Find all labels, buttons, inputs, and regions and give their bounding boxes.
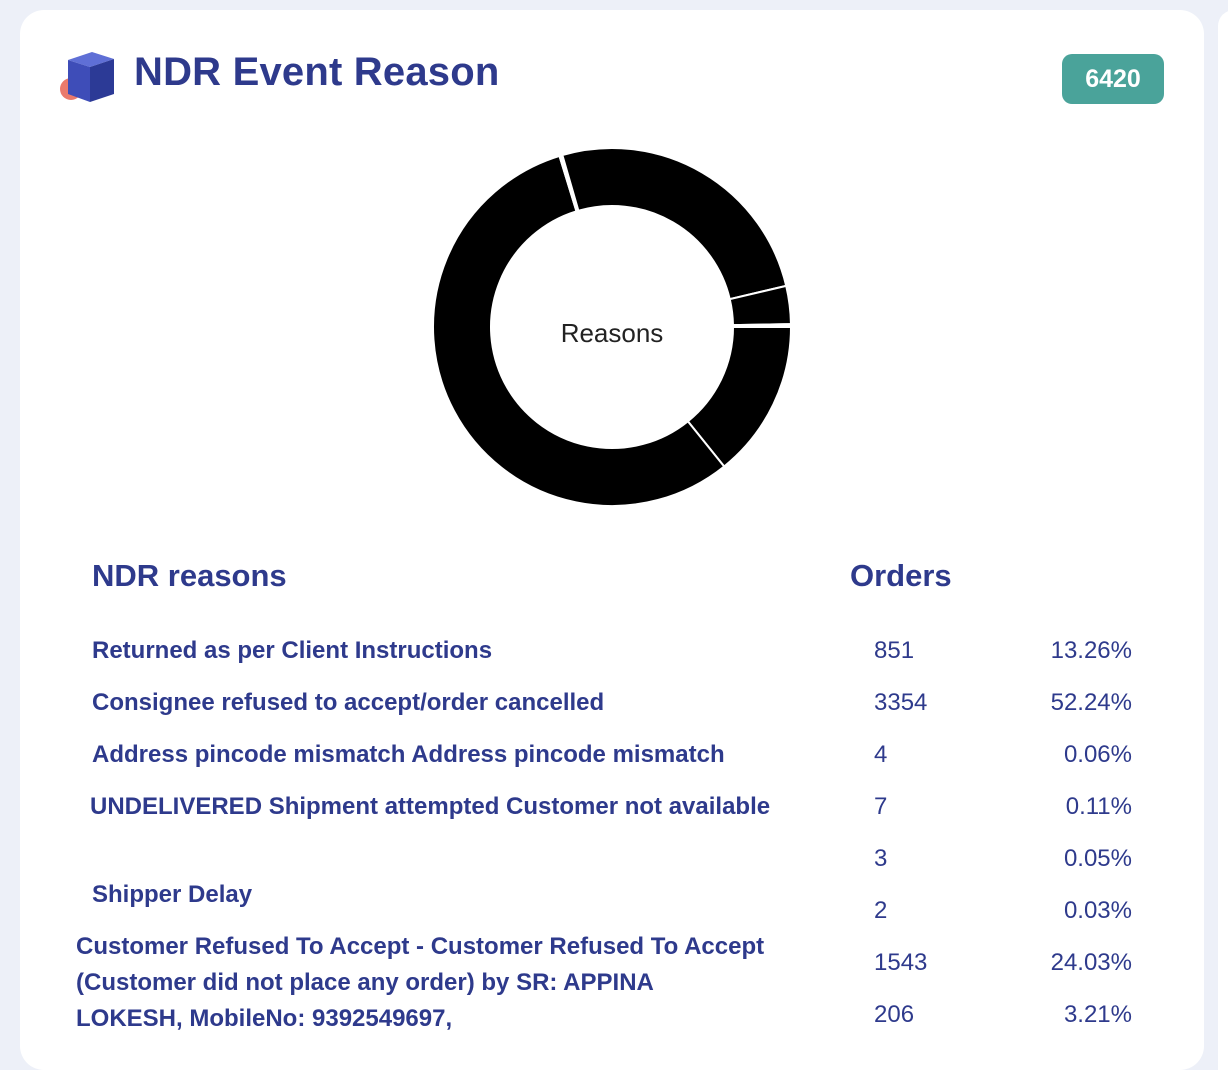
orders-header: Orders: [850, 558, 952, 594]
reason-label: Consignee refused to accept/order cancel…: [92, 685, 812, 721]
reason-label: Returned as per Client Instructions: [92, 633, 812, 669]
order-percent: 24.03%: [980, 945, 1132, 981]
order-count: 4: [874, 737, 887, 773]
order-percent: 0.05%: [980, 841, 1132, 877]
order-percent: 3.21%: [980, 997, 1132, 1033]
order-percent: 52.24%: [980, 685, 1132, 721]
reason-label: Shipper Delay: [92, 877, 782, 913]
adjacent-card-edge: [1218, 10, 1228, 1070]
ndr-reasons-header: NDR reasons: [92, 558, 287, 594]
order-count: 7: [874, 789, 887, 825]
cube-icon: [56, 50, 120, 106]
order-count: 3: [874, 841, 887, 877]
order-percent: 0.11%: [980, 789, 1132, 825]
order-count: 206: [874, 997, 914, 1033]
order-percent: 0.06%: [980, 737, 1132, 773]
reason-label: Address pincode mismatch Address pincode…: [92, 737, 832, 773]
widget-title: NDR Event Reason: [134, 50, 500, 95]
order-count: 1543: [874, 945, 927, 981]
order-count: 851: [874, 633, 914, 669]
donut-slice-6[interactable]: [562, 148, 786, 299]
donut-center-label: Reasons: [512, 318, 712, 349]
order-percent: 0.03%: [980, 893, 1132, 929]
order-count: 2: [874, 893, 887, 929]
reason-label: Customer Refused To Accept - Customer Re…: [76, 929, 766, 1037]
order-percent: 13.26%: [980, 633, 1132, 669]
total-count-badge: 6420: [1062, 54, 1164, 104]
order-count: 3354: [874, 685, 927, 721]
reason-label: UNDELIVERED Shipment attempted Customer …: [90, 789, 780, 825]
